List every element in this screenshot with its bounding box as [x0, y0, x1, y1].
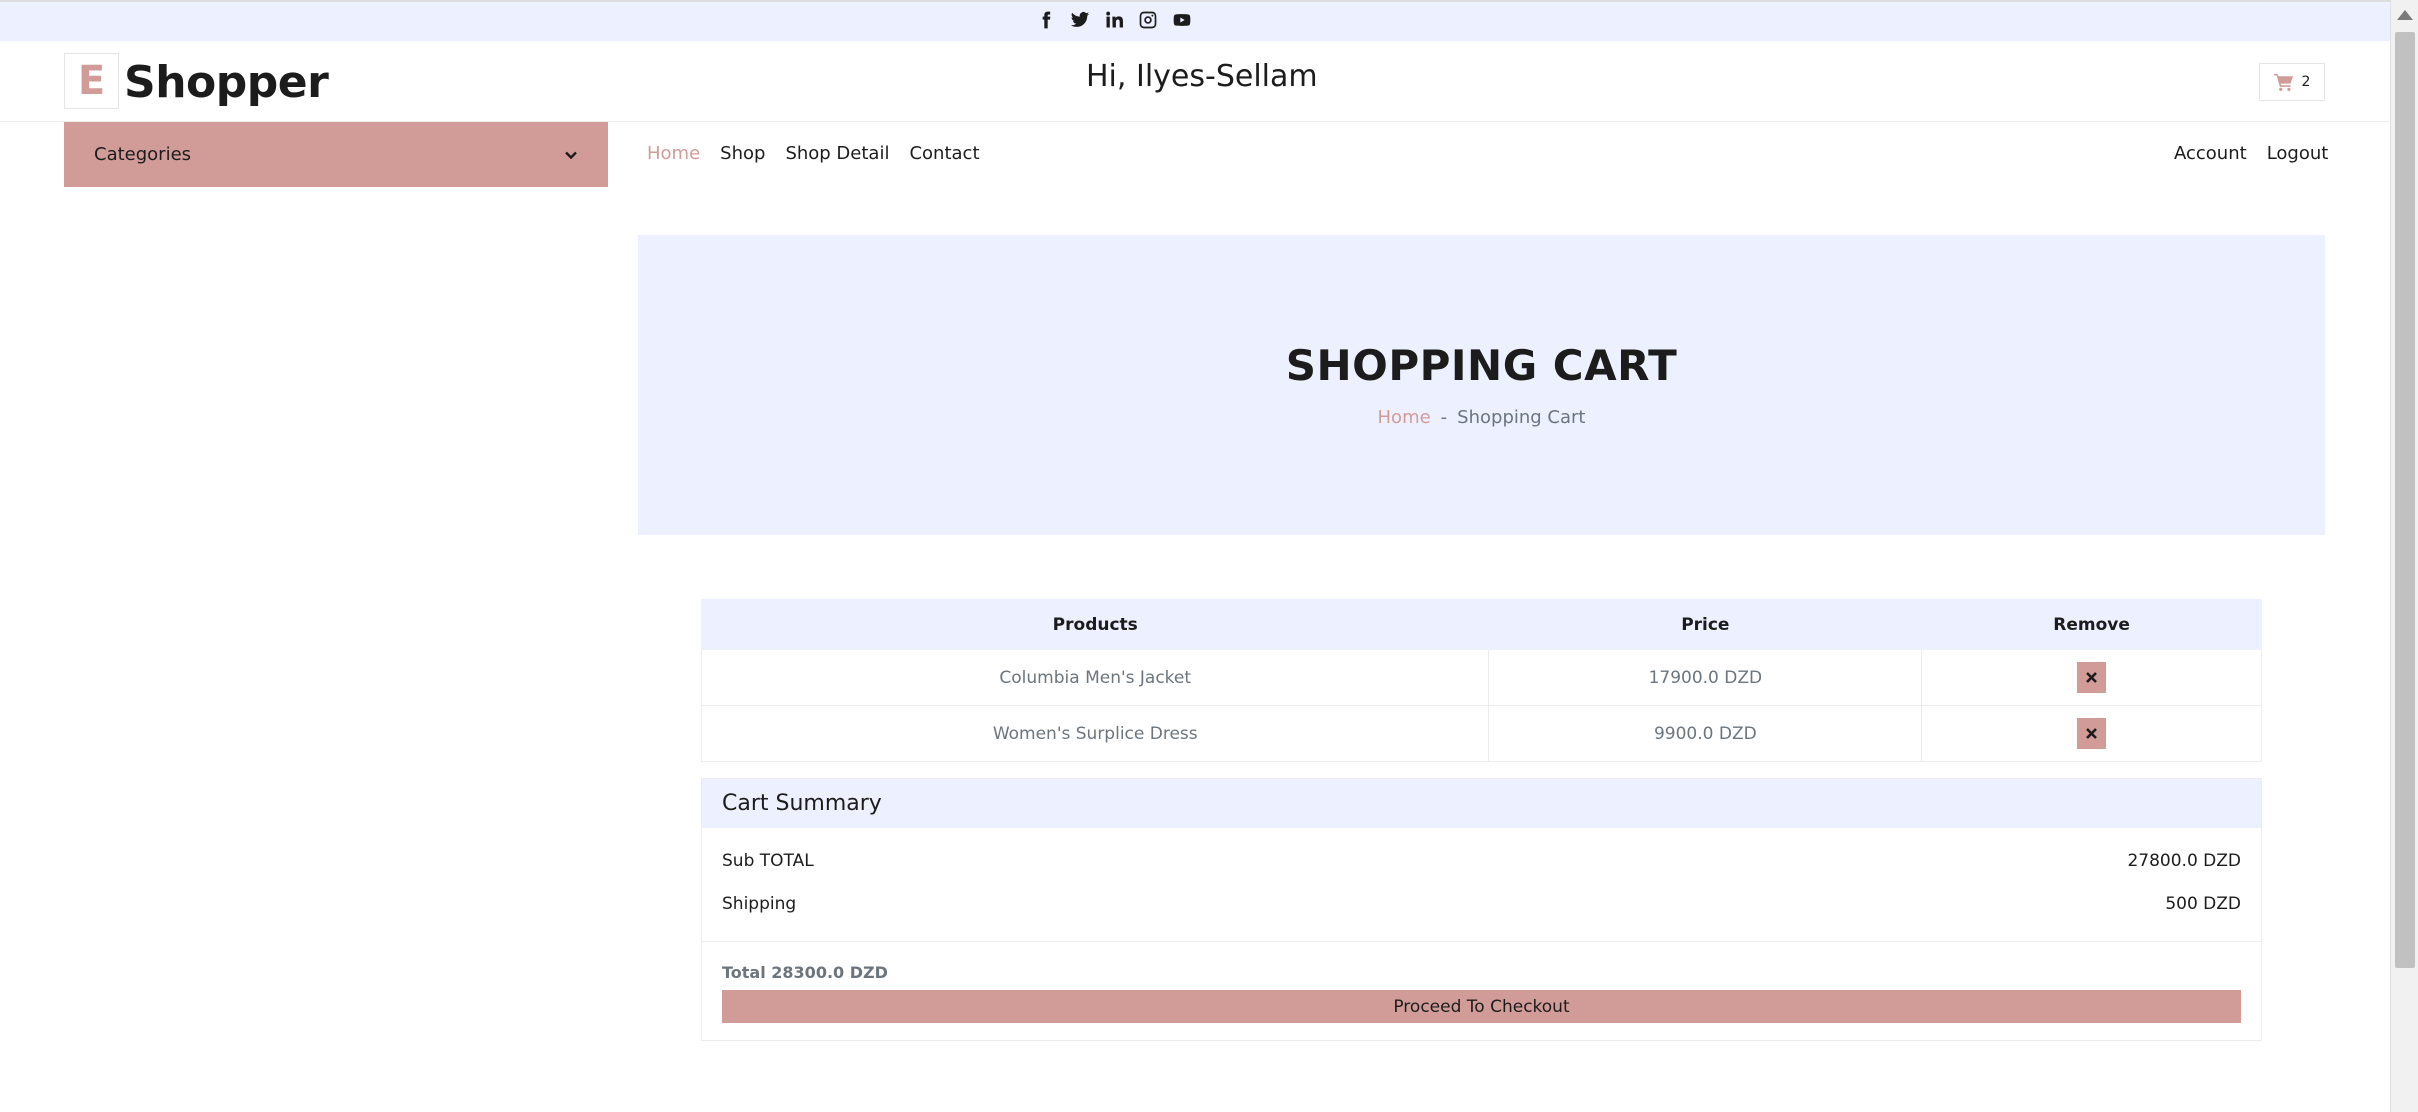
shipping-label: Shipping	[722, 894, 797, 914]
cart-summary-card: Cart Summary Sub TOTAL 27800.0 DZD Shipp…	[701, 778, 2262, 1041]
proceed-to-checkout-button[interactable]: Proceed To Checkout	[722, 990, 2241, 1023]
cart-table: Products Price Remove Columbia Men's Jac…	[700, 599, 2262, 762]
header: E Shopper Hi, Ilyes-Sellam 2	[0, 41, 2390, 122]
cart-summary-title: Cart Summary	[702, 779, 2261, 828]
subtotal-label: Sub TOTAL	[722, 851, 814, 871]
main-nav: Home Shop Shop Detail Contact	[647, 143, 980, 164]
logo-text[interactable]: Shopper	[124, 57, 329, 108]
column-header-products: Products	[700, 599, 1490, 650]
remove-cell	[1921, 649, 2262, 706]
remove-item-button[interactable]	[2077, 718, 2107, 749]
column-header-price: Price	[1488, 599, 1923, 650]
page-header-banner: SHOPPING CART Home - Shopping Cart	[638, 235, 2325, 535]
social-links	[1036, 10, 1192, 30]
nav-logout[interactable]: Logout	[2267, 143, 2329, 164]
subtotal-row: Sub TOTAL 27800.0 DZD	[722, 851, 2241, 871]
breadcrumb-separator: -	[1440, 407, 1448, 428]
breadcrumb: Home - Shopping Cart	[638, 407, 2325, 428]
subtotal-value: 27800.0 DZD	[2127, 851, 2241, 871]
product-price: 17900.0 DZD	[1488, 649, 1923, 706]
user-greeting: Hi, Ilyes-Sellam	[1086, 59, 1318, 94]
chevron-down-icon	[565, 151, 577, 159]
nav-shop-detail[interactable]: Shop Detail	[785, 143, 889, 164]
instagram-icon[interactable]	[1138, 10, 1158, 30]
logo-mark[interactable]: E	[64, 53, 119, 109]
shipping-value: 500 DZD	[2165, 894, 2241, 914]
breadcrumb-current: Shopping Cart	[1457, 407, 1586, 428]
table-row: Columbia Men's Jacket 17900.0 DZD	[700, 649, 2262, 706]
breadcrumb-home-link[interactable]: Home	[1378, 407, 1431, 428]
column-header-remove: Remove	[1921, 599, 2262, 650]
linkedin-icon[interactable]	[1104, 10, 1124, 30]
shipping-row: Shipping 500 DZD	[722, 894, 2241, 914]
close-icon	[2086, 728, 2098, 739]
nav-account[interactable]: Account	[2174, 143, 2247, 164]
product-name: Columbia Men's Jacket	[700, 649, 1490, 706]
twitter-icon[interactable]	[1070, 10, 1090, 30]
product-price: 9900.0 DZD	[1488, 705, 1923, 762]
top-bar	[0, 0, 2390, 41]
shopping-cart-icon	[2273, 73, 2293, 91]
nav-home[interactable]: Home	[647, 143, 700, 164]
categories-toggle[interactable]: Categories	[64, 122, 608, 187]
categories-label: Categories	[94, 144, 192, 165]
table-row: Women's Surplice Dress 9900.0 DZD	[700, 705, 2262, 762]
account-nav: Account Logout	[2174, 143, 2328, 164]
scroll-up-arrow-icon[interactable]	[2397, 10, 2413, 20]
facebook-icon[interactable]	[1036, 10, 1056, 30]
logo-letter: E	[77, 58, 106, 104]
nav-shop[interactable]: Shop	[720, 143, 765, 164]
page-title: SHOPPING CART	[1285, 341, 1678, 390]
cart-count-badge: 2	[2301, 74, 2311, 90]
summary-divider	[702, 941, 2261, 942]
remove-cell	[1921, 705, 2262, 762]
page-scrollbar[interactable]	[2390, 0, 2418, 1112]
product-name: Women's Surplice Dress	[700, 705, 1490, 762]
table-header-row: Products Price Remove	[700, 599, 2262, 650]
scroll-thumb[interactable]	[2395, 32, 2415, 968]
remove-item-button[interactable]	[2077, 662, 2107, 693]
order-total: Total 28300.0 DZD	[722, 963, 888, 982]
close-icon	[2086, 672, 2098, 683]
nav-contact[interactable]: Contact	[909, 143, 979, 164]
cart-button[interactable]: 2	[2259, 63, 2325, 101]
youtube-icon[interactable]	[1172, 10, 1192, 30]
